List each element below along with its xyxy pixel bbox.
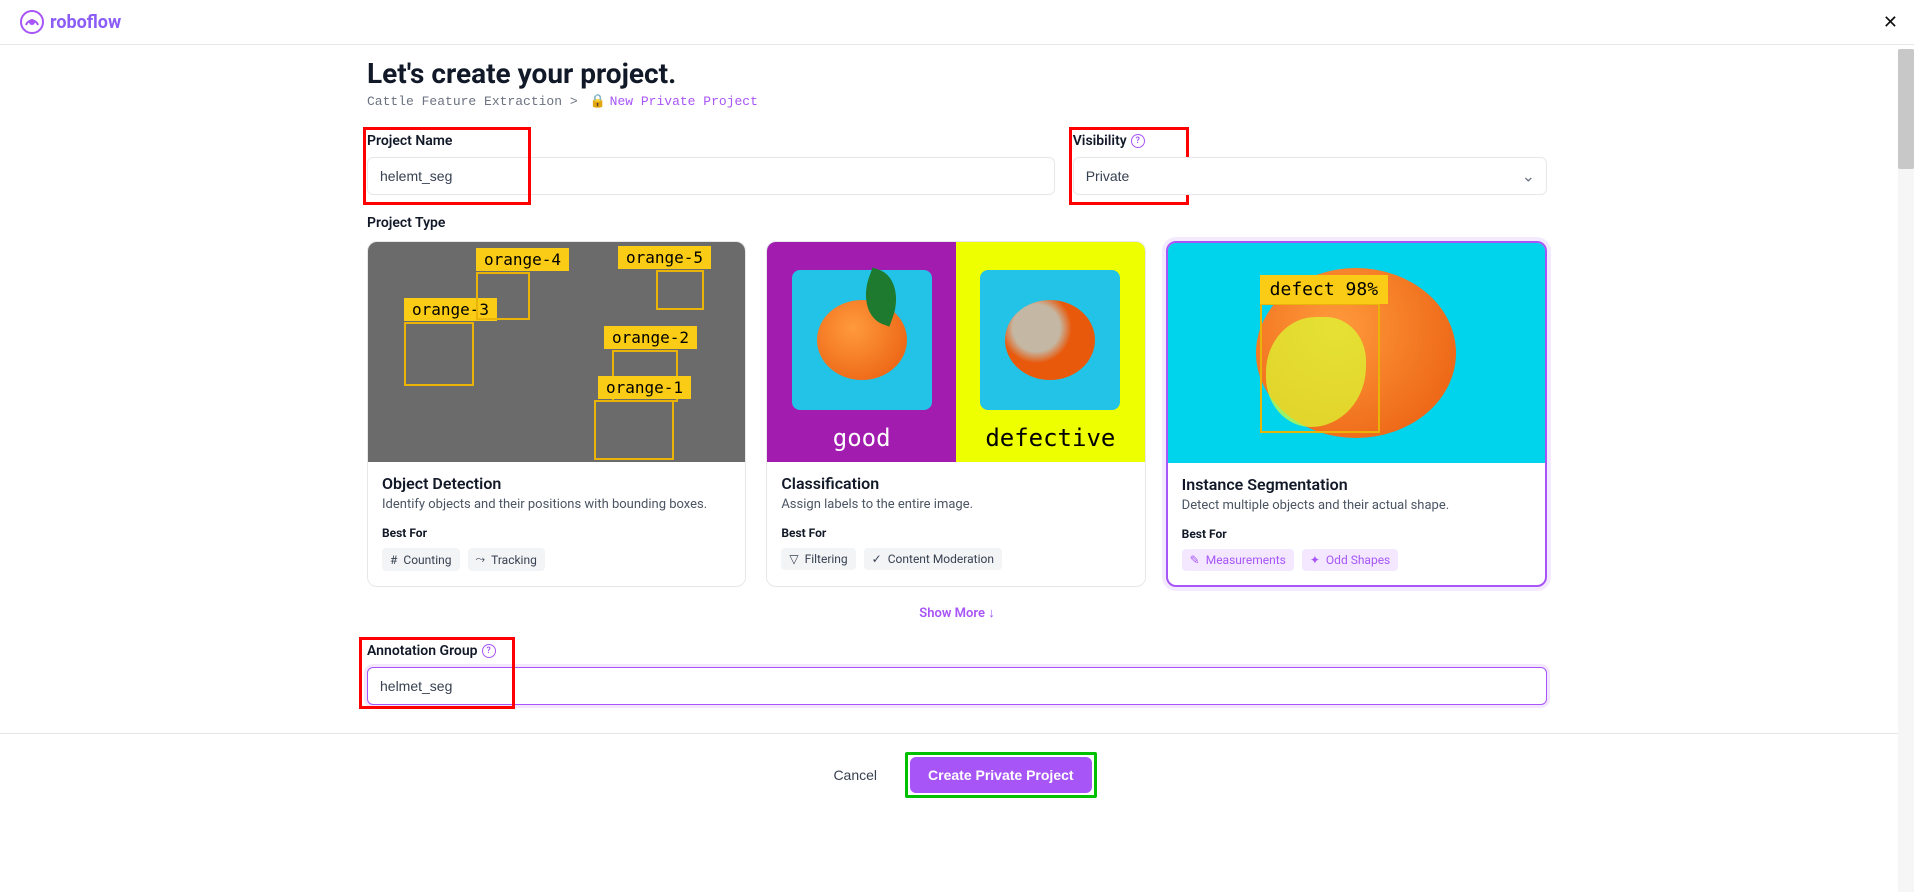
- lock-icon: 🔒: [589, 94, 605, 109]
- show-more-text: Show More: [919, 606, 985, 621]
- annotation-group-input[interactable]: [367, 667, 1547, 705]
- visibility-field: Visibility ? Private ⌄: [1073, 133, 1547, 195]
- chip-filtering: ▽Filtering: [781, 548, 855, 570]
- od-label: orange-2: [604, 326, 697, 349]
- arrow-down-icon: ↓: [988, 606, 995, 621]
- highlight-submit: Create Private Project: [905, 752, 1097, 798]
- od-label: orange-5: [618, 246, 711, 269]
- breadcrumb-separator: >: [570, 94, 578, 109]
- breadcrumb-workspace[interactable]: Cattle Feature Extraction: [367, 94, 562, 109]
- visibility-label-text: Visibility: [1073, 133, 1127, 149]
- best-for-label: Best For: [781, 526, 1130, 540]
- od-label: orange-1: [598, 376, 691, 399]
- hash-icon: #: [390, 553, 397, 567]
- chip-content-moderation: ✓Content Moderation: [864, 548, 1002, 570]
- ruler-icon: ✎: [1190, 553, 1200, 567]
- card-preview-classification: good defective: [767, 242, 1144, 462]
- visibility-select[interactable]: Private: [1073, 157, 1547, 195]
- brand-text: roboflow: [50, 12, 121, 33]
- annotation-group-label-text: Annotation Group: [367, 643, 478, 659]
- card-desc: Identify objects and their positions wit…: [382, 497, 731, 512]
- card-instance-segmentation[interactable]: defect 98% Instance Segmentation Detect …: [1166, 241, 1547, 587]
- best-for-label: Best For: [1182, 527, 1531, 541]
- cls-label-defective: defective: [985, 424, 1115, 452]
- breadcrumb-current: New Private Project: [610, 94, 758, 109]
- chip-counting: #Counting: [382, 548, 460, 571]
- cls-label-good: good: [833, 424, 891, 452]
- page-title: Let's create your project.: [367, 57, 1547, 90]
- footer: Cancel Create Private Project: [0, 733, 1914, 816]
- card-title: Classification: [781, 474, 1130, 493]
- annotation-group-field: Annotation Group ?: [367, 643, 1547, 705]
- card-object-detection[interactable]: orange-3 orange-4 orange-5 orange-2 oran…: [367, 241, 746, 587]
- project-name-label: Project Name: [367, 133, 1055, 149]
- close-button[interactable]: ✕: [1883, 12, 1898, 33]
- project-name-field: Project Name: [367, 133, 1055, 195]
- help-icon[interactable]: ?: [1131, 134, 1145, 148]
- logo[interactable]: roboflow: [20, 10, 121, 34]
- card-title: Instance Segmentation: [1182, 475, 1531, 494]
- roboflow-logo-icon: [20, 10, 44, 34]
- card-classification[interactable]: good defective Classification Assign lab…: [766, 241, 1145, 587]
- check-icon: ✓: [872, 552, 882, 566]
- track-icon: ⤳: [476, 552, 486, 567]
- project-name-input[interactable]: [367, 157, 1055, 195]
- scrollbar[interactable]: [1898, 49, 1914, 892]
- best-for-label: Best For: [382, 526, 731, 540]
- shape-icon: ✦: [1310, 553, 1320, 567]
- create-project-button[interactable]: Create Private Project: [910, 757, 1092, 793]
- card-preview-instance-segmentation: defect 98%: [1168, 243, 1545, 463]
- help-icon[interactable]: ?: [482, 644, 496, 658]
- project-type-cards: orange-3 orange-4 orange-5 orange-2 oran…: [367, 241, 1547, 587]
- seg-label: defect 98%: [1260, 275, 1388, 304]
- chip-measurements: ✎Measurements: [1182, 549, 1294, 571]
- show-more-button[interactable]: Show More ↓: [367, 605, 1547, 621]
- scrollbar-thumb[interactable]: [1898, 49, 1914, 169]
- card-desc: Assign labels to the entire image.: [781, 497, 1130, 512]
- cancel-button[interactable]: Cancel: [817, 752, 893, 798]
- project-type-label: Project Type: [367, 215, 1547, 231]
- chip-tracking: ⤳Tracking: [468, 548, 545, 571]
- card-title: Object Detection: [382, 474, 731, 493]
- filter-icon: ▽: [789, 552, 798, 566]
- chip-odd-shapes: ✦Odd Shapes: [1302, 549, 1398, 571]
- breadcrumb: Cattle Feature Extraction > 🔒 New Private…: [367, 94, 1547, 109]
- header: roboflow ✕: [0, 0, 1914, 45]
- od-label: orange-4: [476, 248, 569, 271]
- card-preview-object-detection: orange-3 orange-4 orange-5 orange-2 oran…: [368, 242, 745, 462]
- visibility-label: Visibility ?: [1073, 133, 1547, 149]
- card-desc: Detect multiple objects and their actual…: [1182, 498, 1531, 513]
- annotation-group-label: Annotation Group ?: [367, 643, 1547, 659]
